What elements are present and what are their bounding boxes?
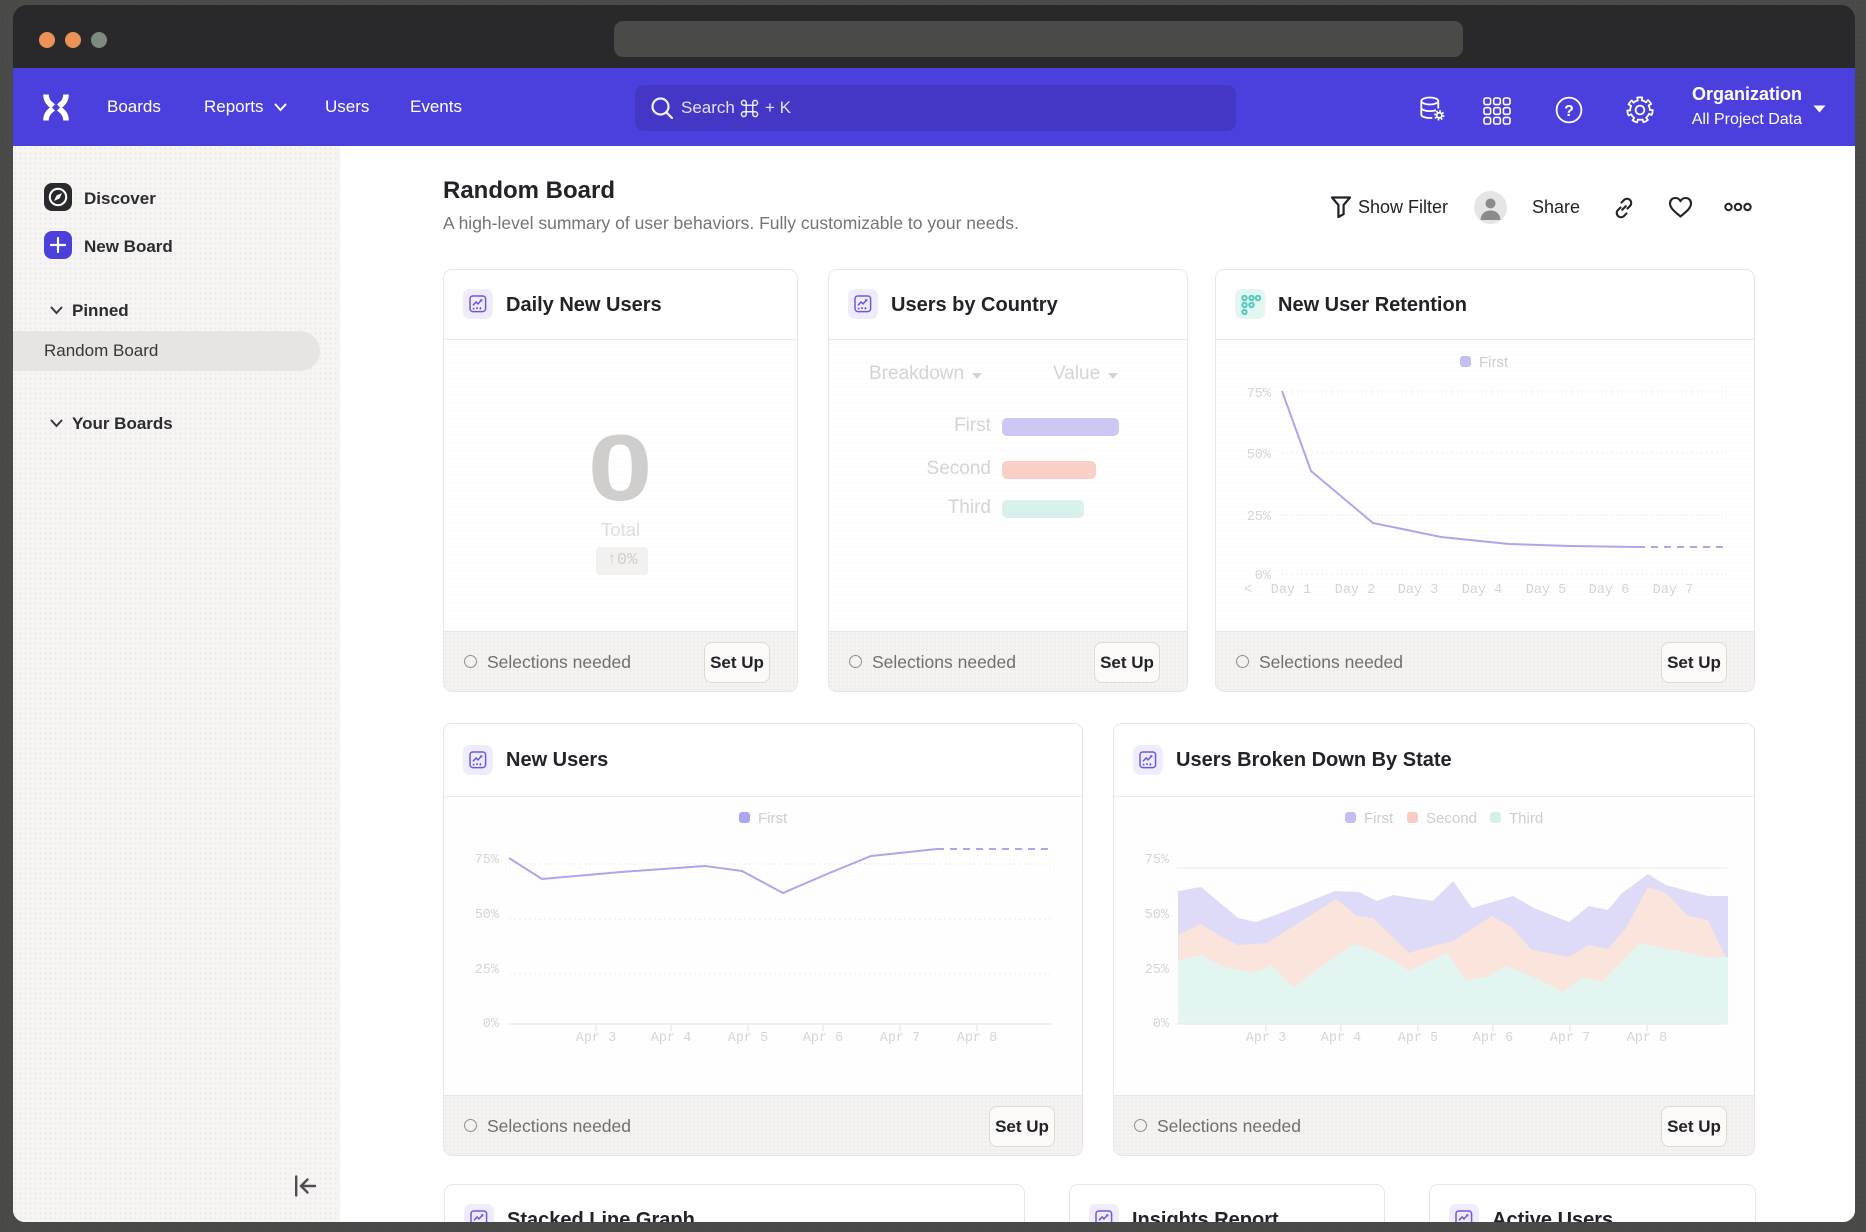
svg-text:50%: 50% (475, 908, 500, 923)
svg-text:Apr 3: Apr 3 (576, 1031, 617, 1046)
svg-text:25%: 25% (1145, 963, 1170, 978)
svg-text:Apr 3: Apr 3 (1246, 1031, 1287, 1046)
svg-text:Day 2: Day 2 (1335, 583, 1376, 598)
svg-text:25%: 25% (475, 963, 500, 978)
svg-text:0%: 0% (1255, 569, 1272, 584)
svg-text:Day 4: Day 4 (1462, 583, 1503, 598)
svg-text:Apr 6: Apr 6 (803, 1031, 844, 1046)
svg-text:50%: 50% (1145, 908, 1170, 923)
svg-text:Apr 4: Apr 4 (651, 1031, 692, 1046)
svg-text:<: < (1244, 583, 1252, 598)
svg-text:Apr 8: Apr 8 (1627, 1031, 1668, 1046)
svg-text:Third: Third (1509, 810, 1543, 827)
svg-text:25%: 25% (1247, 510, 1272, 525)
svg-text:50%: 50% (1247, 448, 1272, 463)
svg-text:75%: 75% (475, 853, 500, 868)
svg-text:First: First (1364, 810, 1394, 827)
svg-text:0%: 0% (483, 1017, 500, 1032)
svg-text:0%: 0% (1153, 1017, 1170, 1032)
svg-text:Day 6: Day 6 (1589, 583, 1630, 598)
svg-text:Day 5: Day 5 (1526, 583, 1567, 598)
svg-text:Apr 7: Apr 7 (1550, 1031, 1591, 1046)
svg-text:Day 7: Day 7 (1653, 583, 1694, 598)
svg-text:Apr 7: Apr 7 (880, 1031, 921, 1046)
svg-text:Day 1: Day 1 (1271, 583, 1312, 598)
svg-text:First: First (758, 810, 788, 827)
svg-text:Apr 8: Apr 8 (957, 1031, 998, 1046)
svg-text:Apr 5: Apr 5 (1398, 1031, 1439, 1046)
svg-text:75%: 75% (1145, 853, 1170, 868)
svg-text:Second: Second (1426, 810, 1477, 827)
svg-text:?: ? (1564, 103, 1574, 120)
svg-text:Apr 6: Apr 6 (1473, 1031, 1514, 1046)
svg-text:Day 3: Day 3 (1398, 583, 1439, 598)
svg-text:Apr 4: Apr 4 (1321, 1031, 1362, 1046)
svg-text:75%: 75% (1247, 387, 1272, 402)
svg-text:First: First (1479, 354, 1509, 371)
svg-text:Apr 5: Apr 5 (728, 1031, 769, 1046)
